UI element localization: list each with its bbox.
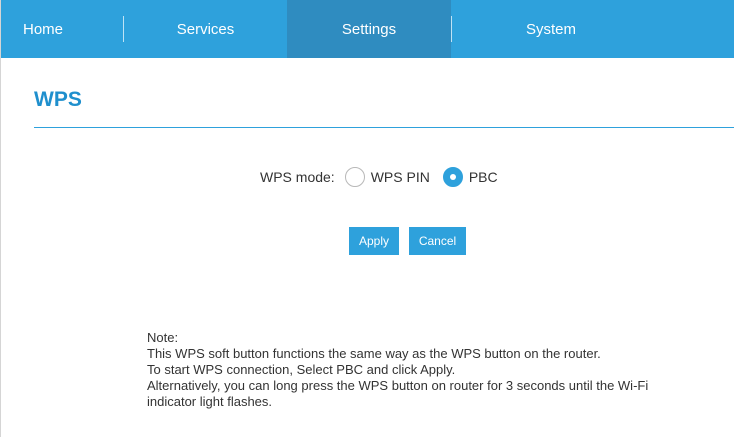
wps-pin-option[interactable]: WPS PIN bbox=[344, 167, 430, 187]
nav-home[interactable]: Home bbox=[1, 0, 123, 58]
cancel-button[interactable]: Cancel bbox=[409, 227, 466, 255]
page-title: WPS bbox=[34, 88, 82, 111]
nav-settings[interactable]: Settings bbox=[287, 0, 451, 58]
wps-pin-radio[interactable] bbox=[344, 167, 365, 187]
note-line: This WPS soft button functions the same … bbox=[147, 346, 601, 361]
nav-system[interactable]: System bbox=[452, 0, 650, 58]
note-line: indicator light flashes. bbox=[147, 394, 273, 409]
wps-mode-label: WPS mode: bbox=[260, 169, 335, 185]
top-navigation: Home Services Settings System bbox=[1, 0, 734, 58]
pbc-label: PBC bbox=[468, 169, 498, 185]
title-divider bbox=[34, 127, 734, 128]
note-line: To start WPS connection, Select PBC and … bbox=[147, 362, 456, 377]
wps-mode-row: WPS mode: WPS PIN PBC bbox=[260, 166, 498, 188]
nav-services[interactable]: Services bbox=[124, 0, 287, 58]
note-heading: Note: bbox=[147, 330, 179, 345]
note-section: Note: This WPS soft button functions the… bbox=[147, 330, 727, 410]
note-line: Alternatively, you can long press the WP… bbox=[147, 378, 649, 393]
pbc-option[interactable]: PBC bbox=[442, 167, 498, 187]
apply-button[interactable]: Apply bbox=[349, 227, 399, 255]
pbc-radio[interactable] bbox=[442, 167, 463, 187]
nav-filler bbox=[650, 0, 734, 58]
page: Home Services Settings System WPS WPS mo… bbox=[0, 0, 734, 437]
wps-pin-label: WPS PIN bbox=[370, 169, 430, 185]
